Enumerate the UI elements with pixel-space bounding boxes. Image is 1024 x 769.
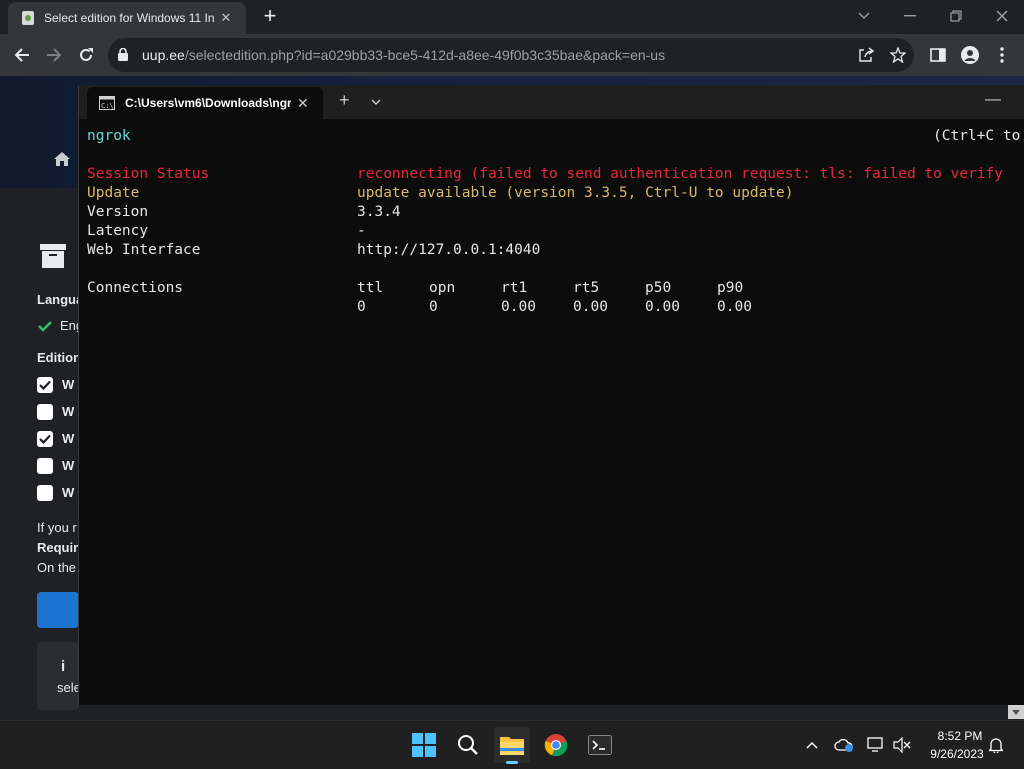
conn-header: ttl [357, 280, 384, 296]
conn-header: p50 [645, 280, 672, 296]
restore-icon[interactable] [936, 4, 976, 28]
lock-icon[interactable] [118, 47, 128, 66]
bookmark-star-icon[interactable] [888, 45, 908, 65]
menu-icon[interactable] [992, 45, 1012, 65]
info-box: i sele [37, 642, 81, 710]
cmd-icon: C:\ [99, 96, 115, 110]
language-label: Langua [37, 292, 84, 307]
connections-label: Connections [87, 280, 184, 296]
edition-option-label: W [62, 485, 75, 500]
tab-close-icon[interactable]: ✕ [218, 10, 234, 26]
start-button[interactable] [406, 727, 442, 763]
edition-option-label: W [62, 377, 75, 392]
terminal-new-tab-button[interactable]: + [339, 90, 350, 111]
browser-tab-title: Select edition for Windows 11 In [44, 11, 214, 25]
terminal-tab-title: C:\Users\vm6\Downloads\ngr [125, 96, 291, 110]
browser-tab-strip: Select edition for Windows 11 In ✕ + [0, 0, 1024, 34]
edition-checkbox-5[interactable] [37, 485, 53, 501]
uup-favicon-icon [20, 10, 36, 26]
active-app-indicator [506, 761, 518, 764]
app-name: ngrok [87, 128, 131, 144]
taskbar: 8:52 PM 9/26/2023 [0, 720, 1024, 769]
latency-value: - [357, 223, 366, 239]
address-bar[interactable]: uup.ee/selectedition.php?id=a029bb33-bce… [108, 38, 914, 72]
edition-label: Edition [37, 350, 82, 365]
terminal-taskbar-icon[interactable] [582, 727, 618, 763]
edition-option-label: W [62, 404, 75, 419]
profile-icon[interactable] [960, 45, 980, 65]
browser-tab[interactable]: Select edition for Windows 11 In ✕ [8, 2, 246, 34]
url-host: uup.ee [142, 47, 185, 63]
conn-value: 0.00 [573, 299, 608, 315]
version-value: 3.3.4 [357, 204, 401, 220]
conn-value: 0 [357, 299, 366, 315]
edition-checkbox-3[interactable] [37, 431, 53, 447]
terminal-tab-close-icon[interactable]: ✕ [297, 95, 309, 112]
web-interface-label: Web Interface [87, 242, 201, 258]
note-text-2: Requir [37, 540, 79, 555]
conn-header: p90 [717, 280, 744, 296]
note-text-3: On the [37, 560, 77, 575]
conn-value: 0.00 [645, 299, 680, 315]
url-path: /selectedition.php?id=a029bb33-bce5-412d… [184, 47, 666, 63]
edition-option-label: W [62, 431, 75, 446]
minimize-icon[interactable] [890, 4, 930, 28]
conn-value: 0 [429, 299, 438, 315]
onedrive-icon[interactable] [834, 735, 854, 755]
terminal-output[interactable]: ngrok (Ctrl+C to Session Status reconnec… [79, 119, 1024, 705]
session-status-value: reconnecting (failed to send authenticat… [357, 166, 1004, 182]
reload-icon[interactable] [72, 41, 100, 69]
quit-hint: (Ctrl+C to [933, 128, 1021, 144]
network-icon[interactable] [866, 735, 886, 755]
forward-icon[interactable] [40, 41, 68, 69]
file-explorer-icon[interactable] [494, 727, 530, 764]
home-icon[interactable] [54, 152, 70, 171]
archive-icon [40, 244, 66, 273]
close-window-icon[interactable] [982, 4, 1022, 28]
terminal-window: C:\ C:\Users\vm6\Downloads\ngr ✕ + — ngr… [78, 85, 1024, 705]
terminal-titlebar: C:\ C:\Users\vm6\Downloads\ngr ✕ + — [79, 85, 1024, 119]
terminal-minimize-icon[interactable]: — [985, 91, 1001, 109]
share-icon[interactable] [856, 45, 876, 65]
search-icon[interactable] [450, 727, 486, 763]
update-label: Update [87, 185, 140, 201]
conn-header: rt5 [573, 280, 600, 296]
clock-time[interactable]: 8:52 PM [930, 729, 990, 743]
edition-checkbox-4[interactable] [37, 458, 53, 474]
notification-bell-icon[interactable] [986, 735, 1006, 755]
update-value: update available (version 3.3.5, Ctrl-U … [357, 185, 794, 201]
browser-toolbar: uup.ee/selectedition.php?id=a029bb33-bce… [0, 34, 1024, 76]
chevron-up-icon[interactable] [802, 735, 822, 755]
new-tab-button[interactable]: + [258, 4, 282, 28]
terminal-tab[interactable]: C:\ C:\Users\vm6\Downloads\ngr ✕ [87, 87, 323, 119]
chevron-down-icon[interactable] [371, 93, 381, 111]
check-icon [38, 319, 52, 337]
session-status-label: Session Status [87, 166, 210, 182]
latency-label: Latency [87, 223, 149, 239]
volume-muted-icon[interactable] [892, 735, 912, 755]
clock-date[interactable]: 9/26/2023 [922, 747, 992, 761]
note-text-1: If you r [37, 520, 77, 535]
url-text: uup.ee/selectedition.php?id=a029bb33-bce… [142, 47, 665, 63]
svg-text:C:\: C:\ [101, 102, 114, 110]
info-icon: i [61, 658, 66, 675]
back-icon[interactable] [8, 41, 36, 69]
version-label: Version [87, 204, 149, 220]
conn-header: rt1 [501, 280, 528, 296]
edition-option-label: W [62, 458, 75, 473]
web-interface-value: http://127.0.0.1:4040 [357, 242, 541, 258]
conn-header: opn [429, 280, 456, 296]
edition-checkbox-1[interactable] [37, 377, 53, 393]
chrome-icon[interactable] [538, 727, 574, 763]
conn-value: 0.00 [501, 299, 536, 315]
next-button[interactable] [37, 592, 79, 628]
edition-checkbox-2[interactable] [37, 404, 53, 420]
conn-value: 0.00 [717, 299, 752, 315]
side-panel-icon[interactable] [928, 45, 948, 65]
tab-search-icon[interactable] [844, 4, 884, 28]
scrollbar-down-arrow[interactable] [1008, 705, 1024, 719]
